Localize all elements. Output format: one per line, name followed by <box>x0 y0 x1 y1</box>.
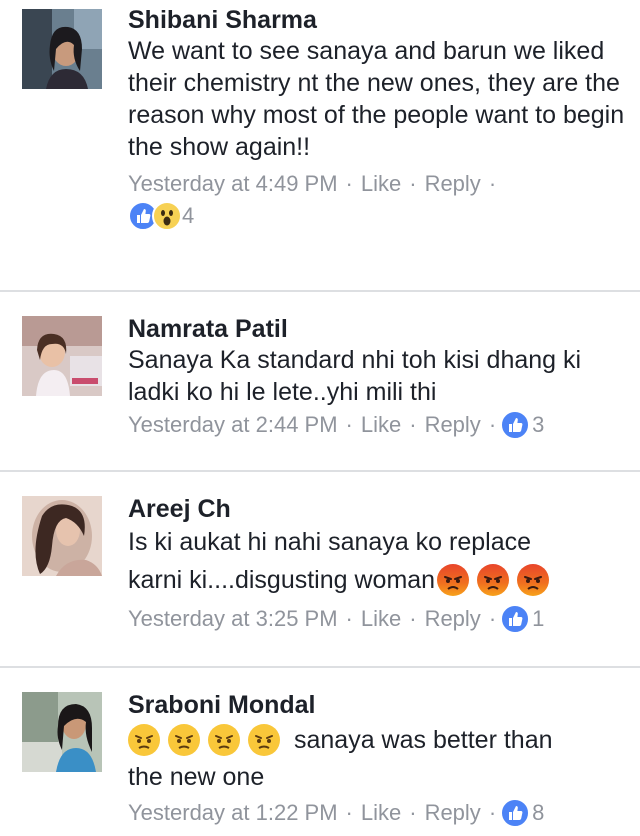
annoyed-face-icon <box>248 724 280 756</box>
separator-dot: · <box>409 800 417 825</box>
like-link[interactable]: Like <box>361 410 401 440</box>
annoyed-face-icon <box>128 724 160 756</box>
reaction-count: 8 <box>532 800 545 825</box>
annoyed-face-icon <box>168 724 200 756</box>
separator-dot: · <box>488 606 497 631</box>
commenter-name[interactable]: Shibani Sharma <box>128 5 628 35</box>
separator-dot: · <box>488 800 497 825</box>
comment-text-segment: karni ki....disgusting woman <box>128 566 436 594</box>
comment-text: We want to see sanaya and barun we liked… <box>128 37 625 161</box>
reply-link[interactable]: Reply <box>425 604 481 634</box>
divider <box>0 666 640 668</box>
avatar[interactable] <box>22 9 102 89</box>
like-icon[interactable] <box>500 604 531 634</box>
reaction-count: 4 <box>182 203 195 228</box>
divider <box>0 290 640 292</box>
reply-link[interactable]: Reply <box>425 169 481 199</box>
comment-text-line: the new one <box>128 763 265 791</box>
comment-timestamp[interactable]: Yesterday at 4:49 PM <box>128 169 338 199</box>
separator-dot: · <box>345 800 353 825</box>
separator-dot: · <box>345 412 353 437</box>
separator-dot: · <box>409 606 417 631</box>
comment-text: Is ki aukat hi nahi sanaya ko replace ka… <box>128 524 628 600</box>
separator-dot: · <box>488 171 497 196</box>
commenter-name[interactable]: Sraboni Mondal <box>128 690 628 720</box>
comment-meta: Yesterday at 1:22 PM · Like · Reply · 8 <box>128 798 628 828</box>
avatar[interactable] <box>22 496 102 576</box>
annoyed-face-icon <box>208 724 240 756</box>
avatar[interactable] <box>22 692 102 772</box>
comment-timestamp[interactable]: Yesterday at 2:44 PM <box>128 410 338 440</box>
reply-link[interactable]: Reply <box>425 410 481 440</box>
comment-text-line: karni ki....disgusting woman <box>128 560 628 600</box>
angry-face-icon <box>477 564 510 596</box>
comment-text-line: Is ki aukat hi nahi sanaya ko replace <box>128 528 532 556</box>
separator-dot: · <box>488 412 497 437</box>
like-link[interactable]: Like <box>361 798 401 828</box>
comment-timestamp[interactable]: Yesterday at 3:25 PM <box>128 604 338 634</box>
comment-text: sanaya was better than the new one <box>128 720 628 794</box>
divider <box>0 470 640 472</box>
reactions-summary[interactable]: 4 <box>128 201 628 231</box>
comment-meta: Yesterday at 4:49 PM · Like · Reply · <box>128 169 628 199</box>
comment-text: Sanaya Ka standard nhi toh kisi dhang ki… <box>128 346 582 406</box>
separator-dot: · <box>345 171 353 196</box>
comment-text-segment: sanaya was better than <box>294 726 553 754</box>
comment-meta: Yesterday at 2:44 PM · Like · Reply · 3 <box>128 410 628 440</box>
comment-meta: Yesterday at 3:25 PM · Like · Reply · 1 <box>128 604 628 634</box>
wow-icon <box>152 201 182 231</box>
separator-dot: · <box>345 606 353 631</box>
like-icon[interactable] <box>500 410 531 440</box>
reaction-count: 3 <box>532 412 545 437</box>
comment-text-line: sanaya was better than <box>128 720 628 760</box>
reaction-count: 1 <box>532 606 545 631</box>
angry-face-icon <box>437 564 470 596</box>
angry-face-icon <box>517 564 550 596</box>
separator-dot: · <box>409 412 417 437</box>
commenter-name[interactable]: Namrata Patil <box>128 314 628 344</box>
separator-dot: · <box>409 171 417 196</box>
comment-timestamp[interactable]: Yesterday at 1:22 PM <box>128 798 338 828</box>
like-link[interactable]: Like <box>361 169 401 199</box>
reply-link[interactable]: Reply <box>425 798 481 828</box>
like-icon[interactable] <box>500 798 531 828</box>
avatar[interactable] <box>22 316 102 396</box>
like-link[interactable]: Like <box>361 604 401 634</box>
commenter-name[interactable]: Areej Ch <box>128 494 628 524</box>
